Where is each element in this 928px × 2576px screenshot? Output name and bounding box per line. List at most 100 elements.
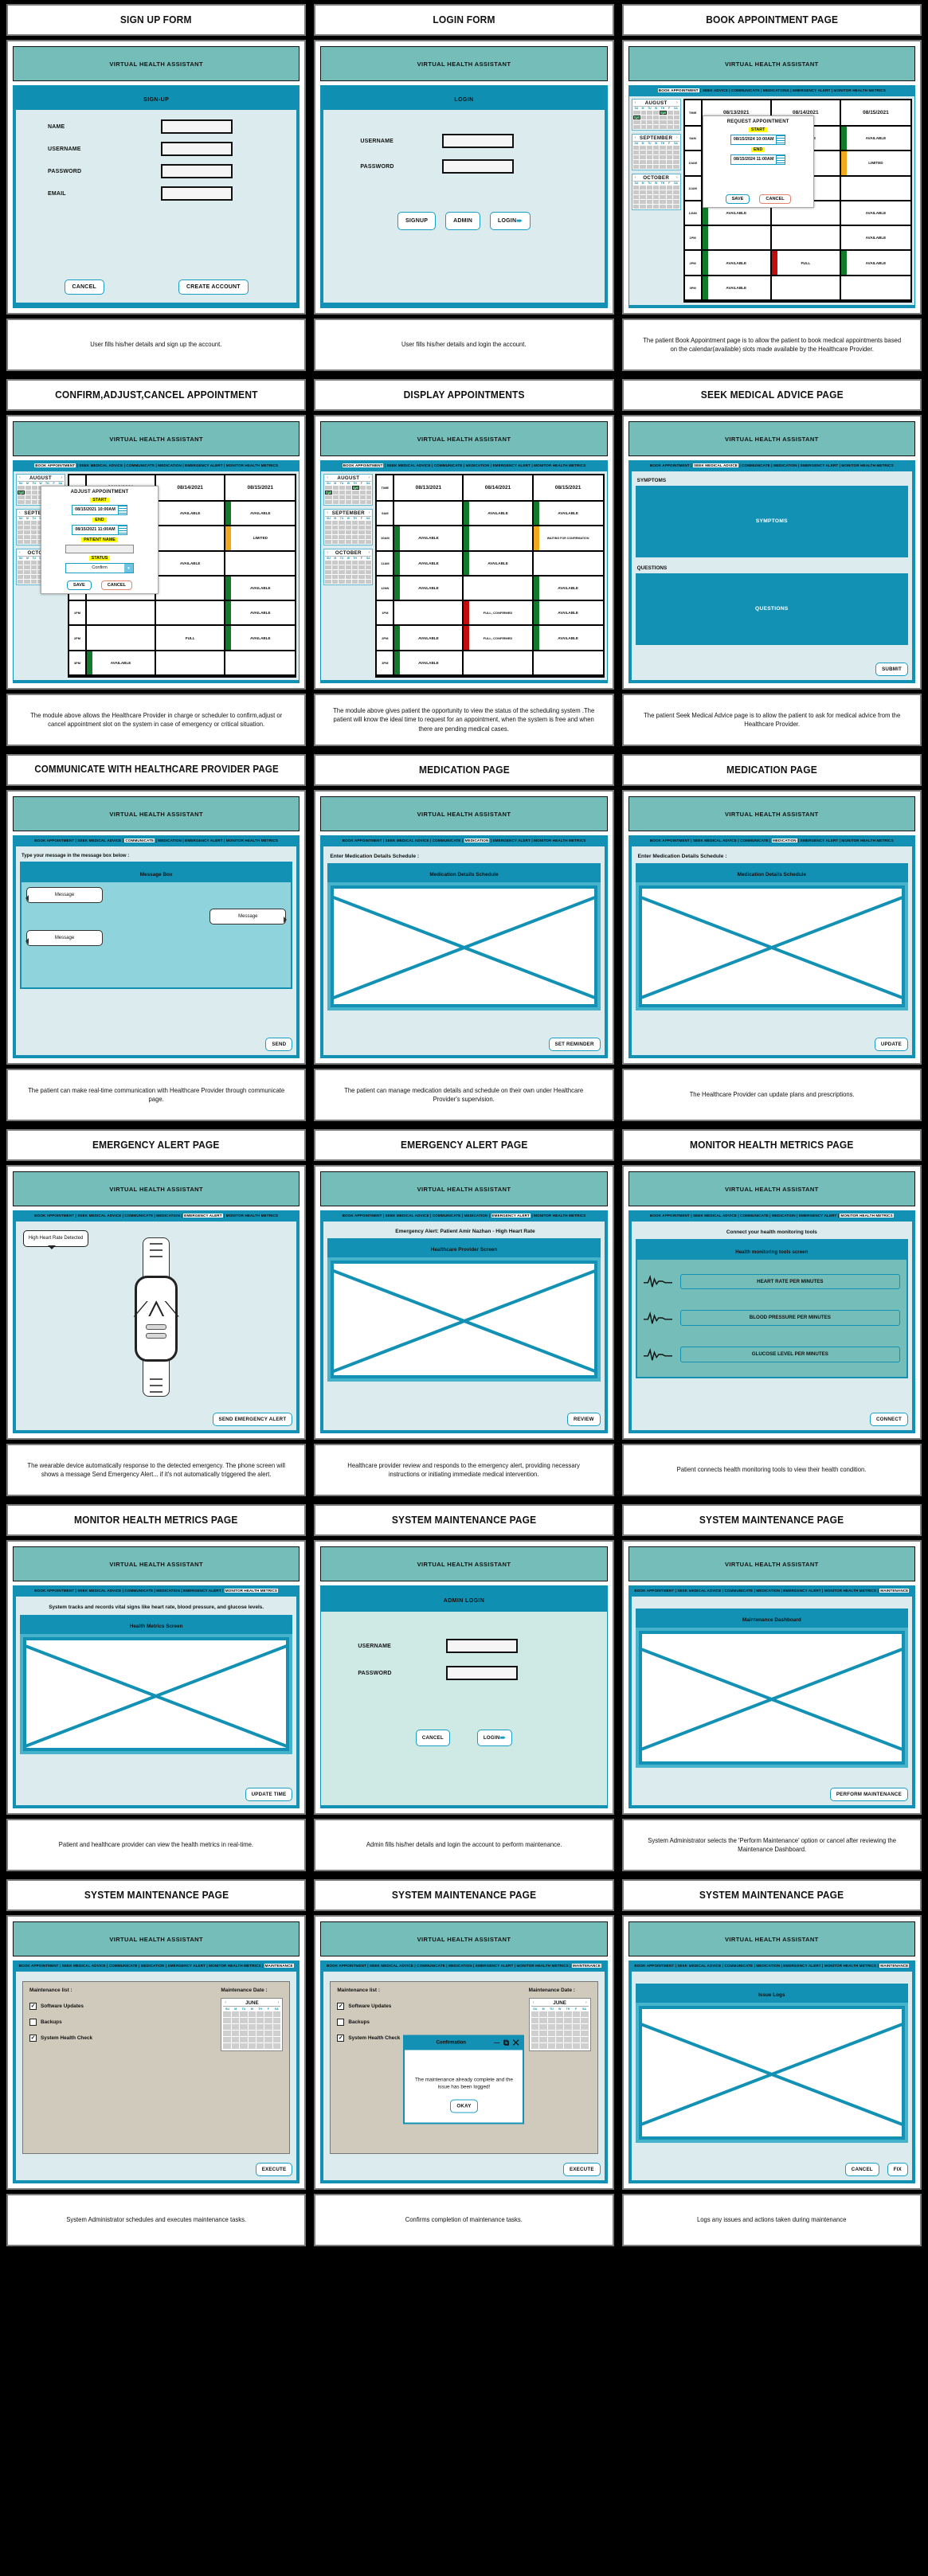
submit-button[interactable]: SUBMIT — [875, 663, 908, 676]
slot-cell[interactable]: AVAILABLE — [702, 276, 772, 301]
main-nav[interactable]: BOOK APPOINTMENT | SEEK MEDICAL ADVICE |… — [14, 836, 300, 846]
slot-cell[interactable]: AVAILABLE — [225, 501, 296, 527]
login-button[interactable]: LOGIN ➨ — [476, 1730, 513, 1746]
task-backups[interactable]: Backups — [29, 2018, 216, 2026]
checkbox-checked[interactable]: ✓ — [29, 2034, 37, 2042]
slot-cell[interactable] — [156, 651, 226, 676]
main-nav[interactable]: BOOK APPOINTMENT | SEEK MEDICAL ADVICE |… — [321, 461, 607, 471]
day-grid[interactable] — [325, 485, 372, 504]
slot-cell[interactable]: WAITING FOR CONFIRMATION — [533, 526, 603, 552]
checkbox-unchecked[interactable] — [337, 2018, 345, 2026]
next-month-icon[interactable]: › — [676, 135, 678, 140]
connect-button[interactable]: CONNECT — [870, 1413, 908, 1426]
status-select[interactable]: Confirm — [65, 562, 134, 573]
nav-item-maintenance[interactable]: MAINTENANCE — [264, 1964, 294, 1968]
nav-pre[interactable]: BOOK APPOINTMENT | SEEK MEDICAL ADVICE |… — [34, 1214, 183, 1218]
slot-cell[interactable]: AVAILABLE — [394, 576, 464, 602]
next-month-icon[interactable]: › — [278, 2000, 280, 2005]
next-month-icon[interactable]: › — [369, 550, 370, 555]
nav-rest[interactable]: | MEDICATION | EMERGENCY ALERT | MONITOR… — [155, 838, 278, 842]
slot-cell[interactable]: AVAILABLE — [394, 526, 464, 552]
main-nav[interactable]: BOOK APPOINTMENT | SEEK MEDICAL ADVICE |… — [321, 836, 607, 846]
calendar-icon[interactable] — [776, 135, 785, 144]
set-reminder-button[interactable]: SET REMINDER — [548, 1038, 601, 1051]
execute-button[interactable]: EXECUTE — [563, 2163, 601, 2176]
start-datetime-input[interactable]: 08/15/2024 10:00AM — [730, 134, 786, 145]
tool-item[interactable]: HEART RATE PER MINUTES — [643, 1273, 900, 1290]
slot-cell[interactable]: AVAILABLE — [225, 601, 296, 627]
month-august[interactable]: ‹ AUGUST › SU M TU W TH F SA — [631, 98, 681, 131]
day-grid[interactable] — [325, 520, 372, 544]
slot-cell[interactable]: FULL, CONFIRMED — [464, 626, 534, 651]
calendar-icon[interactable] — [776, 154, 785, 164]
slot-cell[interactable] — [771, 226, 841, 252]
main-nav[interactable]: BOOK APPOINTMENT | SEEK MEDICAL ADVICE |… — [321, 1211, 607, 1222]
main-nav[interactable]: BOOK APPOINTMENT | SEEK MEDICAL ADVICE |… — [14, 1961, 300, 1972]
create-account-button[interactable]: CREATE ACCOUNT — [178, 279, 249, 295]
next-month-icon[interactable]: › — [676, 100, 678, 105]
main-nav[interactable]: BOOK APPOINTMENT | SEEK MEDICAL ADVICE |… — [14, 461, 300, 471]
slot-cell[interactable] — [533, 552, 603, 577]
main-nav[interactable]: BOOK APPOINTMENT | SEEK ADVICE | COMMUNI… — [628, 86, 914, 96]
nav-pre[interactable]: BOOK APPOINTMENT | SEEK MEDICAL ADVICE |… — [327, 1964, 572, 1968]
slot-cell[interactable]: AVAILABLE — [394, 626, 464, 651]
date-picker[interactable]: ‹ JUNE › SU M TU W TH F SA — [528, 1997, 591, 2051]
username-input[interactable] — [446, 1639, 519, 1653]
main-nav[interactable]: BOOK APPOINTMENT | SEEK MEDICAL ADVICE |… — [628, 1961, 914, 1972]
task-software-updates[interactable]: ✓ Software Updates — [29, 2002, 216, 2010]
nav-item-emergency-alert[interactable]: EMERGENCY ALERT — [491, 1214, 531, 1218]
tool-label[interactable]: HEART RATE PER MINUTES — [679, 1273, 900, 1290]
day-grid[interactable] — [325, 560, 372, 584]
slot-cell[interactable] — [394, 501, 464, 527]
nav-pre[interactable]: BOOK APPOINTMENT | — [650, 463, 693, 467]
username-input[interactable] — [442, 134, 515, 148]
message-bubble[interactable]: Message — [25, 886, 103, 903]
slot-cell[interactable] — [464, 651, 534, 676]
slot-cell[interactable] — [840, 177, 910, 201]
cancel-button[interactable]: CANCEL — [100, 580, 133, 590]
slot-cell[interactable]: AVAILABLE — [840, 201, 910, 227]
checkbox-checked[interactable]: ✓ — [337, 2002, 345, 2010]
signup-button[interactable]: SIGNUP — [397, 212, 437, 230]
slot-cell[interactable] — [156, 576, 226, 602]
execute-button[interactable]: EXECUTE — [255, 2163, 293, 2176]
nav-item-medication[interactable]: MEDICATION — [771, 838, 797, 842]
cancel-button[interactable]: CANCEL — [759, 193, 791, 204]
end-datetime-input[interactable]: 08/15/2024 11:00AM — [730, 154, 786, 165]
day-grid[interactable] — [223, 2011, 281, 2049]
nav-item-seek-medical-advice[interactable]: SEEK MEDICAL ADVICE — [692, 463, 738, 467]
send-emergency-alert-button[interactable]: SEND EMERGENCY ALERT — [212, 1413, 293, 1426]
nav-rest[interactable]: | EMERGENCY ALERT | MONITOR HEALTH METRI… — [489, 838, 586, 842]
checkbox-unchecked[interactable] — [29, 2018, 37, 2026]
slot-cell[interactable]: FULL — [156, 626, 226, 651]
symptoms-input[interactable]: SYMPTOMS — [635, 485, 908, 557]
nav-item-book-appointment[interactable]: BOOK APPOINTMENT — [342, 463, 384, 467]
appointment-slot-table[interactable]: TIME 08/13/2021 08/14/2021 08/15/2021 9A… — [375, 473, 605, 678]
month-october[interactable]: ‹OCTOBER› SUMTUWTHFSA — [323, 548, 374, 585]
nav-item-book-appointment[interactable]: BOOK APPOINTMENT — [657, 88, 699, 92]
slot-cell[interactable]: AVAILABLE — [225, 576, 296, 602]
main-nav[interactable]: BOOK APPOINTMENT | SEEK MEDICAL ADVICE |… — [628, 1211, 914, 1222]
password-input[interactable] — [442, 159, 515, 174]
day-grid[interactable] — [632, 185, 679, 209]
review-button[interactable]: REVIEW — [567, 1413, 601, 1426]
end-datetime-input[interactable]: 08/15/2021 11:00AM — [72, 524, 127, 535]
nav-pre[interactable]: BOOK APPOINTMENT | SEEK MEDICAL ADVICE |… — [343, 1214, 491, 1218]
patient-name-input[interactable] — [65, 544, 134, 553]
slot-cell[interactable] — [394, 601, 464, 627]
nav-pre[interactable]: BOOK APPOINTMENT | SEEK MEDICAL ADVICE |… — [34, 1589, 225, 1593]
slot-cell[interactable]: FULL, CONFIRMED — [464, 601, 534, 627]
month-september[interactable]: ‹SEPTEMBER› SUMTUWTHFSA — [631, 133, 681, 170]
nav-pre[interactable]: BOOK APPOINTMENT | SEEK MEDICAL ADVICE |… — [634, 1964, 879, 1968]
checkbox-checked[interactable]: ✓ — [29, 2002, 37, 2010]
slot-cell[interactable]: AVAILABLE — [156, 501, 226, 527]
slot-cell[interactable]: LIMITED — [840, 151, 910, 177]
slot-cell[interactable]: AVAILABLE — [394, 551, 464, 577]
next-month-icon[interactable]: › — [585, 2000, 587, 2005]
slot-cell[interactable] — [464, 526, 534, 552]
day-grid[interactable] — [531, 2011, 589, 2049]
tool-label[interactable]: GLUCOSE LEVEL PER MINUTES — [679, 1346, 900, 1362]
day-grid[interactable] — [632, 145, 679, 169]
slot-cell[interactable]: AVAILABLE — [464, 501, 534, 527]
name-input[interactable] — [161, 119, 233, 134]
